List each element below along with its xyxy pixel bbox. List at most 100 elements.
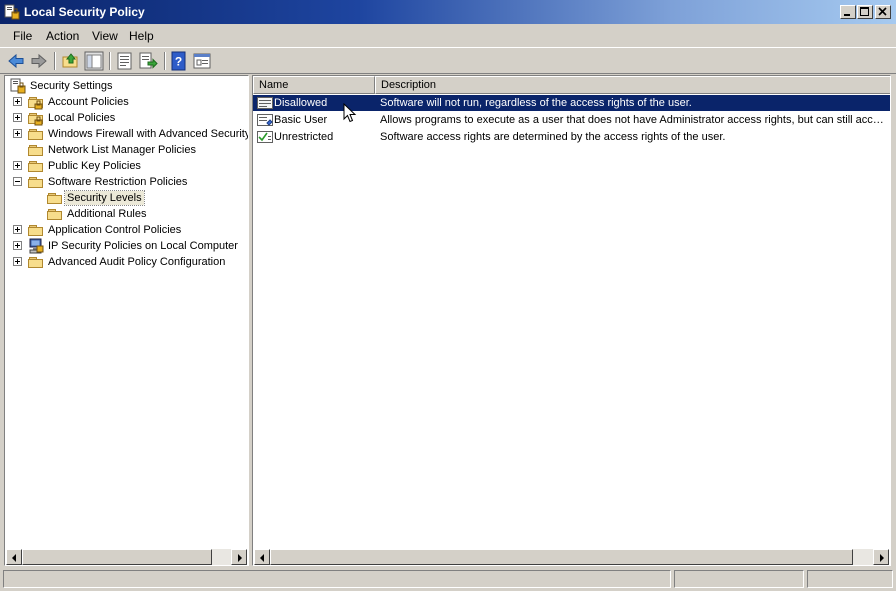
up-folder-icon[interactable] xyxy=(61,51,81,71)
expand-icon[interactable] xyxy=(13,113,22,122)
tree-item-application-control-policies[interactable]: Application Control Policies xyxy=(5,222,248,238)
console-view-icon[interactable] xyxy=(192,51,212,71)
show-hide-tree-icon[interactable] xyxy=(84,51,104,71)
disallowed-level-icon xyxy=(257,97,273,109)
tree-item-label: Software Restriction Policies xyxy=(48,176,188,188)
scroll-right-button[interactable] xyxy=(873,549,889,565)
toolbar-separator xyxy=(54,52,56,70)
folder-icon xyxy=(28,158,44,174)
tree-item-security-levels[interactable]: Security Levels xyxy=(5,190,248,206)
forward-icon[interactable] xyxy=(29,51,49,71)
list-item-name: Unrestricted xyxy=(274,131,334,143)
list-item[interactable]: Unrestricted Software access rights are … xyxy=(253,129,890,145)
tree-item-label: Application Control Policies xyxy=(48,224,182,236)
tree-horizontal-scrollbar[interactable] xyxy=(6,549,247,565)
tree-item-ip-security-policies-on-local-computer[interactable]: IP Security Policies on Local Computer xyxy=(5,238,248,254)
tree-item-label: Security Levels xyxy=(64,190,145,206)
column-header-name[interactable]: Name xyxy=(253,76,375,94)
tree-item-label: Public Key Policies xyxy=(48,160,141,172)
expand-icon[interactable] xyxy=(13,257,22,266)
menu-file[interactable]: File xyxy=(13,29,32,43)
status-panel-main xyxy=(3,570,671,588)
list-item-description: Software access rights are determined by… xyxy=(380,131,726,143)
scroll-left-icon xyxy=(260,554,264,562)
window-title: Local Security Policy xyxy=(24,5,145,19)
collapse-icon[interactable] xyxy=(13,177,22,186)
folder-icon xyxy=(28,126,44,142)
scroll-left-icon xyxy=(12,554,16,562)
result-list-pane[interactable]: Name Description Disallowed Software wil… xyxy=(252,75,891,566)
close-button[interactable] xyxy=(875,5,891,19)
help-icon[interactable]: ? xyxy=(169,51,189,71)
menu-help[interactable]: Help xyxy=(129,29,154,43)
ipsec-computer-icon xyxy=(28,238,44,254)
expand-icon[interactable] xyxy=(13,241,22,250)
scrollbar-thumb[interactable] xyxy=(270,549,853,565)
tree-root[interactable]: Security Settings xyxy=(10,78,248,94)
tree-item-label: Windows Firewall with Advanced Security xyxy=(48,128,249,140)
tree-item-public-key-policies[interactable]: Public Key Policies xyxy=(5,158,248,174)
list-horizontal-scrollbar[interactable] xyxy=(254,549,889,565)
list-item-description: Allows programs to execute as a user tha… xyxy=(380,114,886,126)
tree-item-advanced-audit-policy-configuration[interactable]: Advanced Audit Policy Configuration xyxy=(5,254,248,270)
status-panel-secondary xyxy=(674,570,804,588)
scroll-left-button[interactable] xyxy=(6,549,22,565)
scroll-right-button[interactable] xyxy=(231,549,247,565)
back-icon[interactable] xyxy=(6,51,26,71)
maximize-icon xyxy=(860,7,869,16)
minimize-button[interactable] xyxy=(840,5,856,19)
local-security-policy-window: Local Security Policy File Action View H… xyxy=(0,0,896,591)
tree-item-additional-rules[interactable]: Additional Rules xyxy=(5,206,248,222)
toolbar-separator xyxy=(164,52,166,70)
policy-folder-icon xyxy=(28,110,44,126)
tree-item-label: IP Security Policies on Local Computer xyxy=(48,240,238,252)
expand-icon[interactable] xyxy=(13,161,22,170)
title-bar[interactable]: Local Security Policy xyxy=(0,0,896,24)
tree-item-label: Security Settings xyxy=(30,80,113,92)
scroll-right-icon xyxy=(238,554,242,562)
policy-folder-icon xyxy=(28,94,44,110)
security-policy-icon xyxy=(4,4,20,20)
tree-item-windows-firewall-with-advanced-security[interactable]: Windows Firewall with Advanced Security xyxy=(5,126,248,142)
column-header-description[interactable]: Description xyxy=(375,76,890,94)
mouse-pointer-icon xyxy=(343,103,357,123)
close-icon xyxy=(878,7,887,16)
tree-item-software-restriction-policies[interactable]: Software Restriction Policies xyxy=(5,174,248,190)
list-item-name: Basic User xyxy=(274,114,328,126)
tree-item-label: Additional Rules xyxy=(67,208,147,220)
basic-user-level-icon xyxy=(257,114,273,126)
folder-icon xyxy=(47,206,63,222)
toolbar: ? xyxy=(0,47,896,74)
tree-item-local-policies[interactable]: Local Policies xyxy=(5,110,248,126)
expand-icon[interactable] xyxy=(13,129,22,138)
tree-item-label: Network List Manager Policies xyxy=(48,144,196,156)
export-list-icon[interactable] xyxy=(138,51,158,71)
folder-icon xyxy=(28,222,44,238)
tree-item-label: Advanced Audit Policy Configuration xyxy=(48,256,226,268)
minimize-icon xyxy=(844,14,850,16)
svg-text:?: ? xyxy=(175,55,182,69)
folder-icon xyxy=(28,142,44,158)
console-tree-pane[interactable]: Security Settings Account Policies Local … xyxy=(4,75,249,566)
menu-bar: File Action View Help xyxy=(0,25,896,46)
folder-icon xyxy=(28,254,44,270)
menu-action[interactable]: Action xyxy=(46,29,79,43)
scrollbar-thumb[interactable] xyxy=(22,549,212,565)
menu-view[interactable]: View xyxy=(92,29,118,43)
expand-icon[interactable] xyxy=(13,225,22,234)
security-settings-icon xyxy=(10,78,26,94)
folder-icon xyxy=(47,190,63,206)
properties-icon[interactable] xyxy=(115,51,135,71)
list-item-name: Disallowed xyxy=(274,97,328,109)
tree-item-network-list-manager-policies[interactable]: Network List Manager Policies xyxy=(5,142,248,158)
tree-item-label: Local Policies xyxy=(48,112,116,124)
tree-item-label: Account Policies xyxy=(48,96,129,108)
toolbar-separator xyxy=(109,52,111,70)
tree-item-account-policies[interactable]: Account Policies xyxy=(5,94,248,110)
status-bar xyxy=(0,568,896,591)
maximize-button[interactable] xyxy=(857,5,873,19)
scroll-left-button[interactable] xyxy=(254,549,270,565)
scroll-right-icon xyxy=(880,554,884,562)
list-header: Name Description xyxy=(253,76,890,94)
expand-icon[interactable] xyxy=(13,97,22,106)
